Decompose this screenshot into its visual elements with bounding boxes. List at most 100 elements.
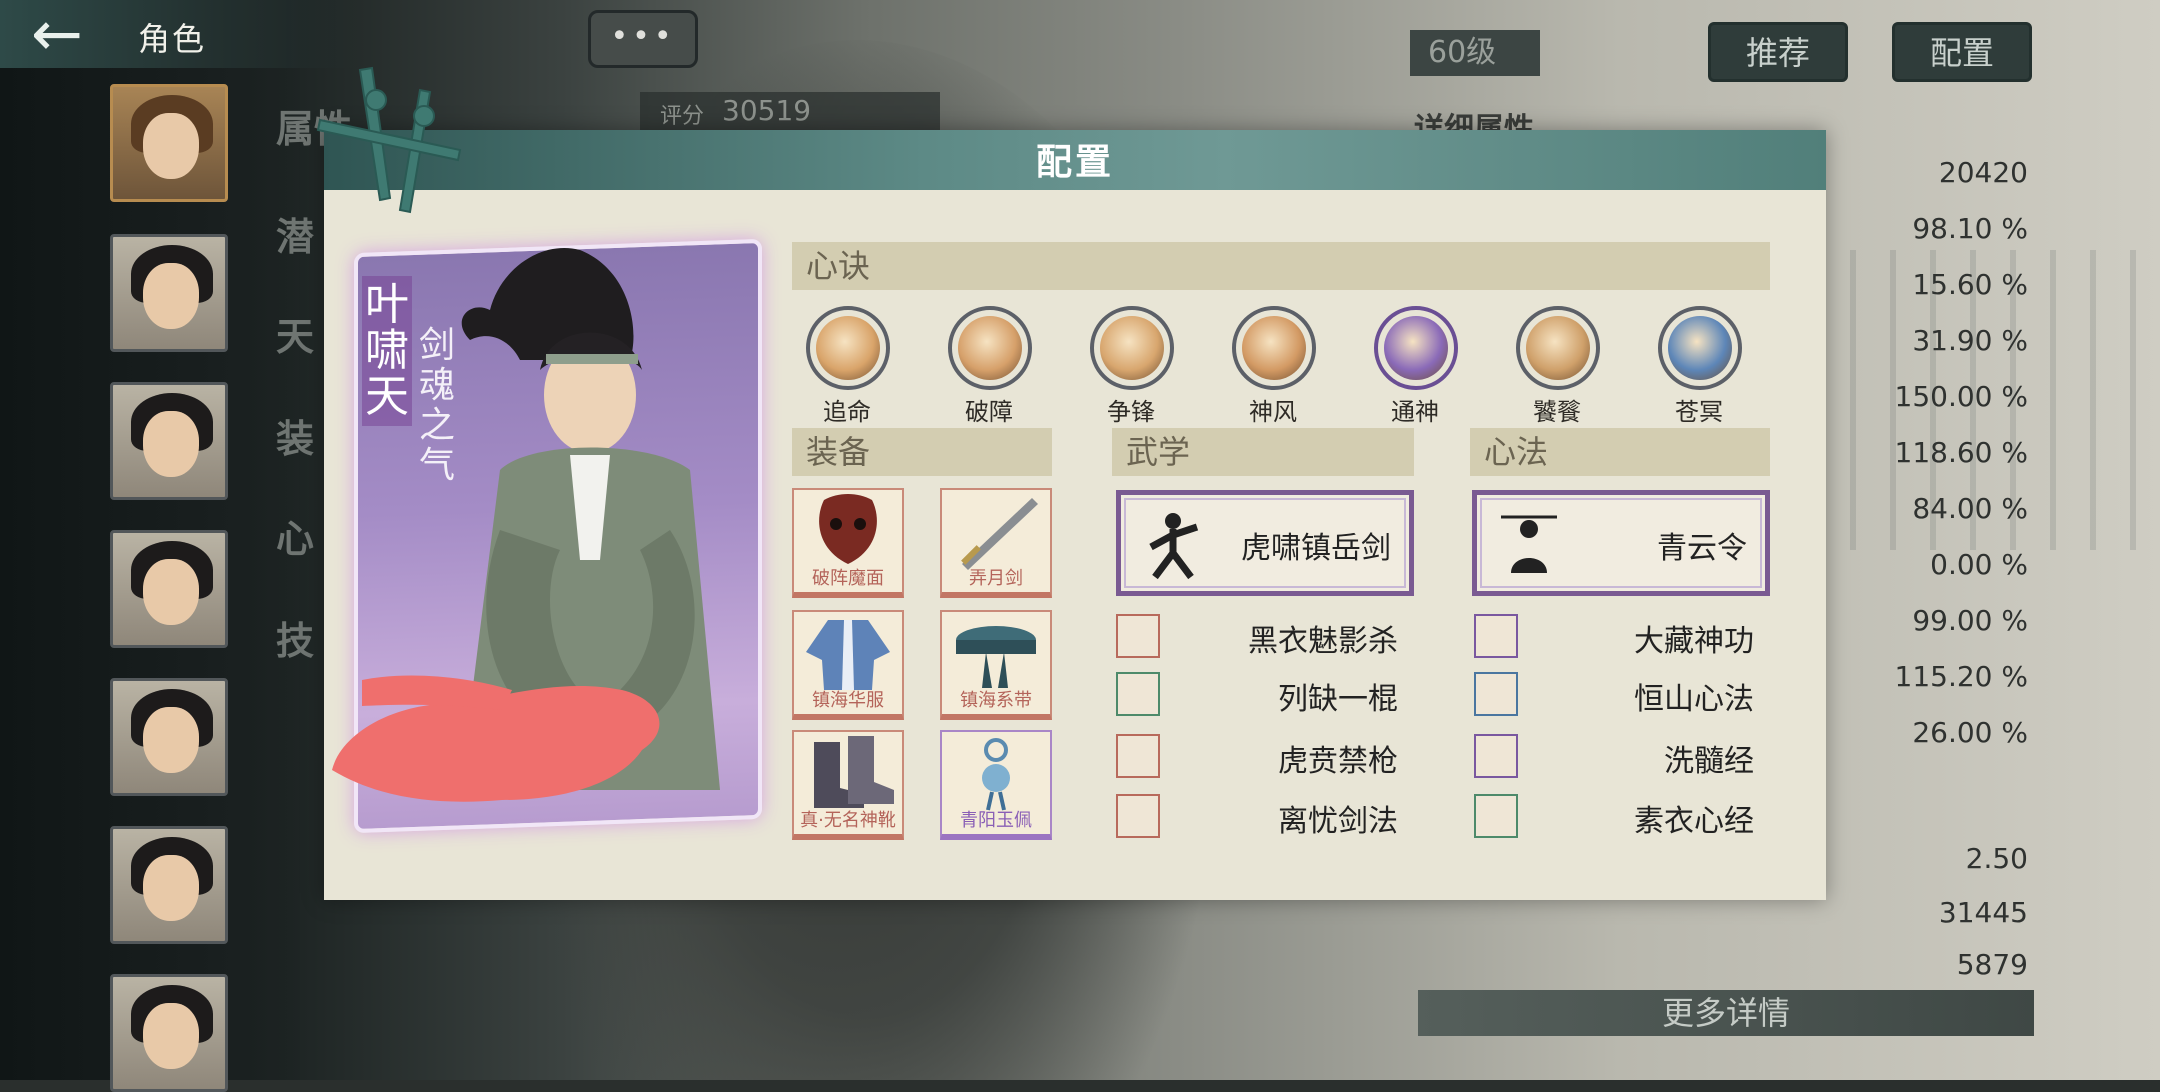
stat-value: 118.60 % <box>1894 436 2028 469</box>
wuxue-main-slot[interactable]: 虎啸镇岳剑 <box>1116 490 1414 596</box>
martial-stance-icon <box>1149 513 1199 580</box>
back-arrow-icon[interactable]: ← <box>14 3 100 65</box>
xinfa-skill-name: 恒山心法 <box>1634 682 1754 717</box>
equipment-name: 真·无名神靴 <box>800 810 896 831</box>
equipment-name: 弄月剑 <box>969 568 1023 589</box>
xinjue-skill-icon[interactable] <box>1090 306 1174 390</box>
xinjue-skill-icon[interactable] <box>1232 306 1316 390</box>
xinjue-skill-icon[interactable] <box>1374 306 1458 390</box>
equipment-slot[interactable]: 镇海系带 <box>940 610 1052 720</box>
skill-emblem-icon <box>1668 316 1732 380</box>
equipment-slot[interactable]: 弄月剑 <box>940 488 1052 598</box>
section-header-xinjue: 心诀 <box>792 242 1770 290</box>
skill-emblem-icon <box>1384 316 1448 380</box>
menu-item[interactable]: 技 <box>276 610 314 665</box>
skill-label: 破障 <box>965 398 1013 426</box>
xinfa-skill-name: 素衣心经 <box>1634 804 1754 839</box>
skill-label: 神风 <box>1249 398 1297 426</box>
xinfa-main-name: 青云令 <box>1657 531 1747 566</box>
xinfa-skill-name: 洗髓经 <box>1664 744 1754 779</box>
stat-value: 5879 <box>1956 948 2028 981</box>
character-name: 叶啸天 <box>362 276 412 426</box>
skill-label: 饕餮 <box>1533 398 1581 426</box>
meditation-icon <box>1501 515 1557 573</box>
belt-icon <box>956 626 1036 688</box>
swords-decoration-icon <box>316 66 462 214</box>
equipment-slot[interactable]: 青阳玉佩 <box>940 730 1052 840</box>
section-header-equipment: 装备 <box>792 428 1052 476</box>
roster-portrait[interactable] <box>110 974 228 1092</box>
page-title: 角色 <box>138 20 207 58</box>
stat-value: 98.10 % <box>1912 212 2028 245</box>
wuxue-main-name: 虎啸镇岳剑 <box>1241 531 1391 566</box>
section-header-wuxue: 武学 <box>1112 428 1414 476</box>
stat-value: 150.00 % <box>1894 380 2028 413</box>
score-value: 30519 <box>722 94 812 127</box>
wuxue-skill-name: 虎贲禁枪 <box>1278 744 1398 779</box>
level-badge: 60级 <box>1410 30 1540 76</box>
more-details-button[interactable]: 更多详情 <box>1418 990 2034 1036</box>
wuxue-skill-icon[interactable] <box>1116 614 1160 658</box>
roster-portrait[interactable] <box>110 826 228 944</box>
section-header-xinfa: 心法 <box>1470 428 1770 476</box>
recommend-button[interactable]: 推荐 <box>1708 22 1848 82</box>
wuxue-skill-icon[interactable] <box>1116 672 1160 716</box>
roster-portrait[interactable] <box>110 234 228 352</box>
score-label: 评分 <box>660 104 705 129</box>
xinjue-skill-icon[interactable] <box>806 306 890 390</box>
sword-icon <box>961 498 1038 570</box>
jade-pendant-icon <box>982 738 1010 811</box>
character-title: 剑魂之气 <box>418 325 455 486</box>
roster-portrait[interactable] <box>110 678 228 796</box>
equipment-slot[interactable]: 真·无名神靴 <box>792 730 904 840</box>
xinjue-skill-icon[interactable] <box>948 306 1032 390</box>
wuxue-skill-name: 黑衣魅影杀 <box>1248 624 1398 659</box>
xinfa-skill-name: 大藏神功 <box>1634 624 1754 659</box>
stat-value: 99.00 % <box>1912 604 2028 637</box>
xinfa-main-slot[interactable]: 青云令 <box>1472 490 1770 596</box>
stat-value: 20420 <box>1938 156 2028 189</box>
skill-emblem-icon <box>816 316 880 380</box>
character-roster <box>0 68 300 1092</box>
stat-value: 84.00 % <box>1912 492 2028 525</box>
robe-icon <box>806 620 890 690</box>
skill-emblem-icon <box>958 316 1022 380</box>
wuxue-skill-icon[interactable] <box>1116 734 1160 778</box>
menu-item[interactable]: 心 <box>276 508 314 563</box>
roster-portrait[interactable] <box>110 530 228 648</box>
stat-value: 31.90 % <box>1912 324 2028 357</box>
skill-emblem-icon <box>1100 316 1164 380</box>
skill-label: 争锋 <box>1107 398 1155 426</box>
wuxue-skill-name: 列缺一棍 <box>1278 682 1398 717</box>
skill-label: 苍冥 <box>1675 398 1723 426</box>
wuxue-skill-name: 离忧剑法 <box>1278 804 1398 839</box>
roster-portrait[interactable] <box>110 84 228 202</box>
xinjue-skill-icon[interactable] <box>1658 306 1742 390</box>
xinfa-skill-icon[interactable] <box>1474 614 1518 658</box>
stat-value: 15.60 % <box>1912 268 2028 301</box>
skill-label: 追命 <box>823 398 871 426</box>
equipment-name: 青阳玉佩 <box>960 810 1032 831</box>
stat-value: 2.50 <box>1965 842 2028 875</box>
menu-item[interactable]: 装 <box>276 408 314 463</box>
equipment-slot[interactable]: 镇海华服 <box>792 610 904 720</box>
chat-more-button[interactable]: ••• <box>588 10 698 68</box>
wuxue-skill-icon[interactable] <box>1116 794 1160 838</box>
stat-value: 115.20 % <box>1894 660 2028 693</box>
skill-label: 通神 <box>1391 398 1439 426</box>
config-button[interactable]: 配置 <box>1892 22 2032 82</box>
menu-item[interactable]: 天 <box>276 306 314 361</box>
xinjue-skill-icon[interactable] <box>1516 306 1600 390</box>
stat-value: 26.00 % <box>1912 716 2028 749</box>
xinfa-skill-icon[interactable] <box>1474 672 1518 716</box>
boots-icon <box>814 736 894 808</box>
xinfa-skill-icon[interactable] <box>1474 734 1518 778</box>
stat-value: 31445 <box>1938 896 2028 929</box>
skill-emblem-icon <box>1526 316 1590 380</box>
redaction-scribble <box>332 675 660 802</box>
xinfa-skill-icon[interactable] <box>1474 794 1518 838</box>
equipment-name: 破阵魔面 <box>812 568 884 589</box>
roster-portrait[interactable] <box>110 382 228 500</box>
skill-emblem-icon <box>1242 316 1306 380</box>
equipment-slot[interactable]: 破阵魔面 <box>792 488 904 598</box>
